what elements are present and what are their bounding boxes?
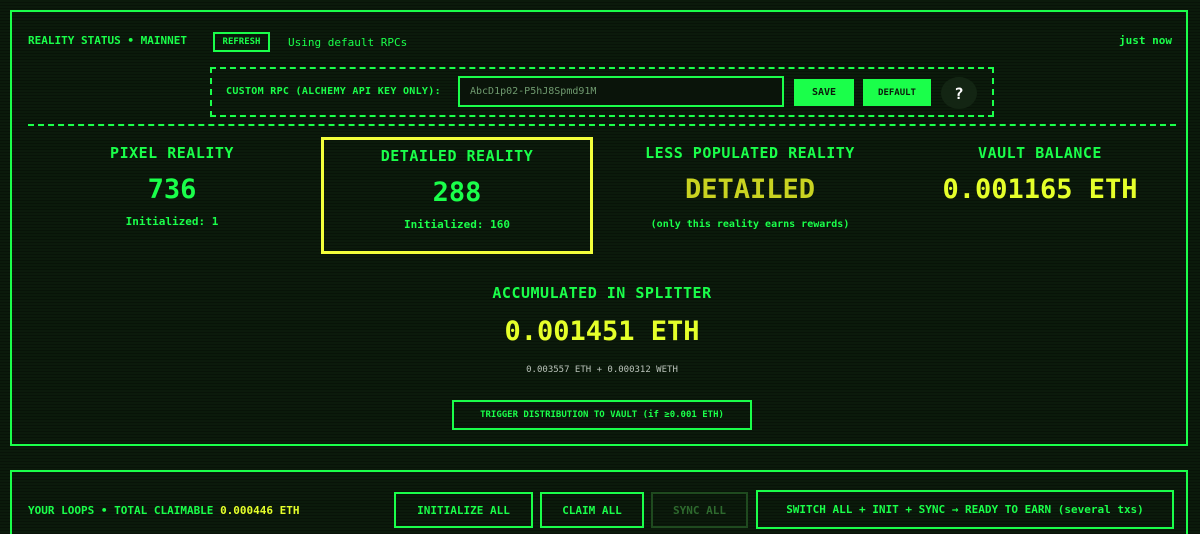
less-populated-reality-stat: LESS POPULATED REALITY DETAILED (only th…	[612, 144, 888, 230]
help-icon[interactable]: ?	[941, 77, 977, 109]
detailed-reality-initialized: Initialized: 160	[404, 218, 510, 231]
loops-title: YOUR LOOPS • TOTAL CLAIMABLE 0.000446 ET…	[28, 504, 300, 517]
default-button[interactable]: DEFAULT	[863, 79, 931, 106]
detailed-reality-value: 288	[432, 177, 482, 208]
save-button[interactable]: SAVE	[794, 79, 854, 106]
vault-balance-title: VAULT BALANCE	[978, 144, 1102, 162]
splitter-title: ACCUMULATED IN SPLITTER	[492, 284, 712, 302]
pixel-reality-value: 736	[147, 174, 197, 205]
less-populated-title: LESS POPULATED REALITY	[645, 144, 855, 162]
splitter-value: 0.001451 ETH	[504, 316, 700, 347]
detailed-reality-stat: DETAILED REALITY 288 Initialized: 160	[321, 137, 593, 254]
rewards-note: (only this reality earns rewards)	[650, 219, 850, 230]
custom-rpc-input[interactable]	[458, 76, 784, 107]
refresh-button[interactable]: REFRESH	[213, 32, 270, 52]
total-claimable-value: 0.000446 ETH	[220, 504, 300, 517]
detailed-reality-title: DETAILED REALITY	[380, 147, 534, 165]
initialize-all-button[interactable]: INITIALIZE ALL	[394, 492, 533, 528]
claim-all-button[interactable]: CLAIM ALL	[540, 492, 644, 528]
sync-all-button[interactable]: SYNC ALL	[651, 492, 748, 528]
switch-all-button[interactable]: SWITCH ALL + INIT + SYNC → READY TO EARN…	[756, 490, 1174, 529]
reality-status-panel: REALITY STATUS • MAINNET REFRESH Using d…	[10, 10, 1188, 446]
less-populated-value: DETAILED	[684, 174, 816, 205]
splitter-section: ACCUMULATED IN SPLITTER 0.001451 ETH 0.0…	[352, 284, 852, 375]
custom-rpc-label: CUSTOM RPC (ALCHEMY API KEY ONLY):	[226, 86, 441, 97]
pixel-reality-stat: PIXEL REALITY 736 Initialized: 1	[52, 144, 292, 228]
loops-title-prefix: YOUR LOOPS • TOTAL CLAIMABLE	[28, 504, 214, 517]
loops-panel: YOUR LOOPS • TOTAL CLAIMABLE 0.000446 ET…	[10, 470, 1188, 534]
section-divider	[28, 124, 1176, 126]
vault-balance-stat: VAULT BALANCE 0.001165 ETH	[912, 144, 1168, 205]
last-updated-time: just now	[1119, 34, 1172, 47]
pixel-reality-initialized: Initialized: 1	[125, 215, 219, 228]
vault-balance-value: 0.001165 ETH	[942, 174, 1138, 205]
pixel-reality-title: PIXEL REALITY	[110, 144, 234, 162]
custom-rpc-box: CUSTOM RPC (ALCHEMY API KEY ONLY): SAVE …	[210, 67, 994, 117]
status-title: REALITY STATUS • MAINNET	[28, 34, 187, 47]
trigger-distribution-button[interactable]: TRIGGER DISTRIBUTION TO VAULT (if ≥0.001…	[452, 400, 752, 430]
splitter-breakdown: 0.003557 ETH + 0.000312 WETH	[526, 365, 678, 375]
rpc-note: Using default RPCs	[288, 36, 408, 49]
